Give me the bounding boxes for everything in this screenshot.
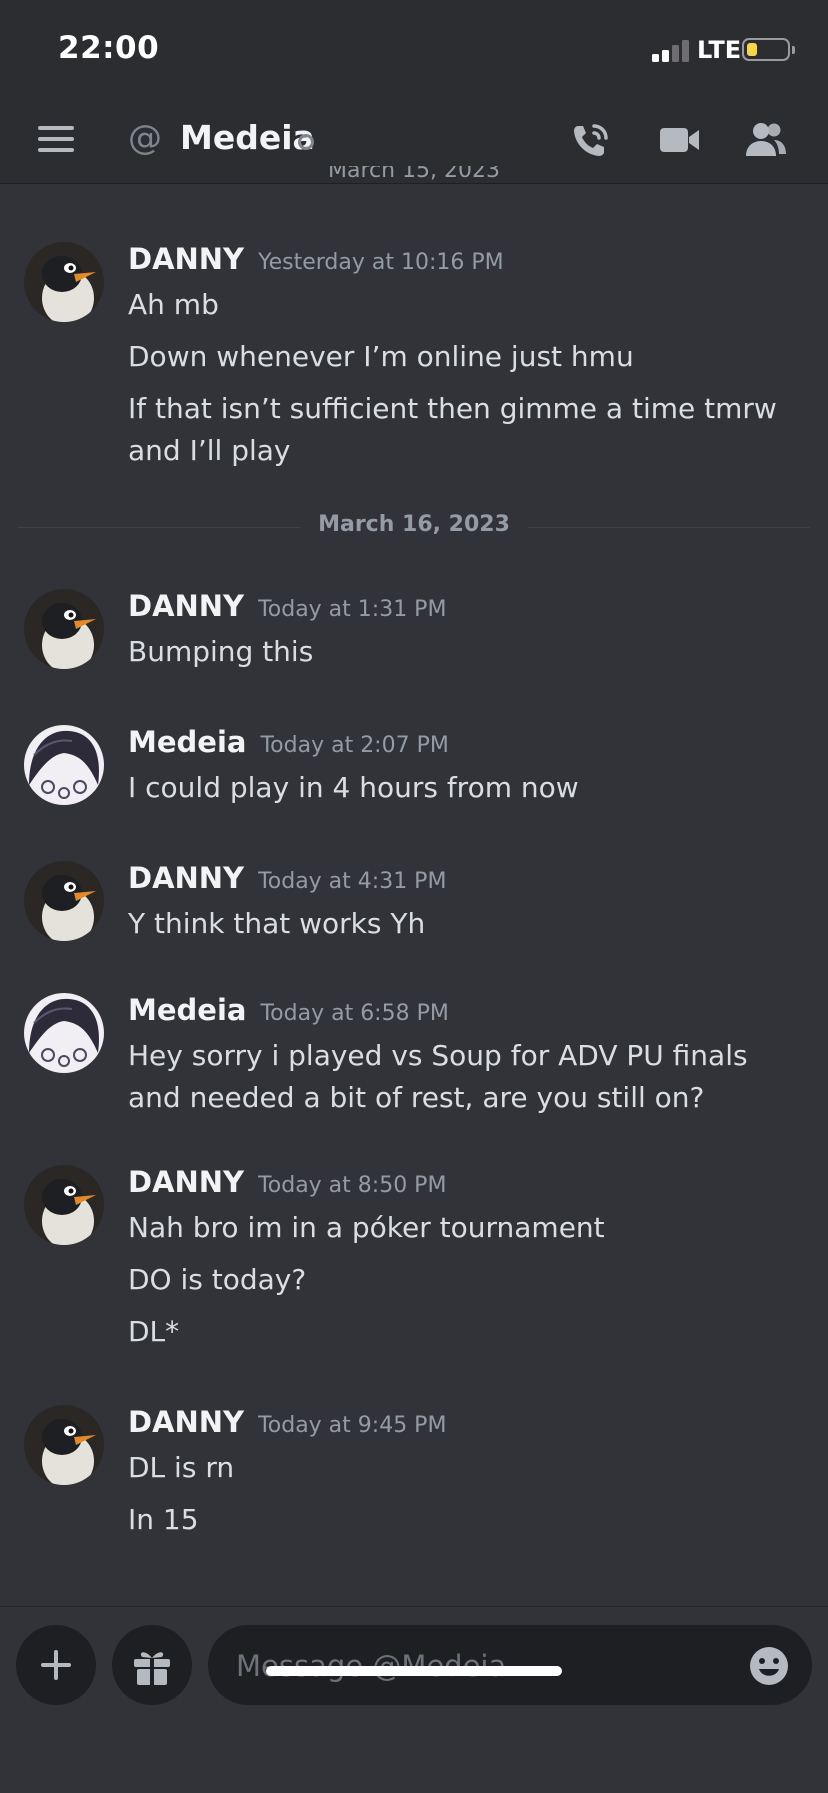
- offline-status-icon: [298, 134, 314, 150]
- signal-icon: [652, 38, 690, 62]
- add-attachment-button[interactable]: [16, 1625, 96, 1705]
- penguin-avatar[interactable]: [24, 589, 104, 669]
- voice-call-icon[interactable]: [570, 120, 614, 160]
- message-timestamp: Today at 4:31 PM: [258, 869, 447, 894]
- message-timestamp: Today at 6:58 PM: [260, 1001, 449, 1026]
- date-separator-top: March 15, 2023: [327, 166, 501, 183]
- status-time: 22:00: [58, 30, 160, 66]
- message-author[interactable]: DANNY Today at 9:45 PM: [128, 1405, 446, 1439]
- message-text: DL*: [128, 1315, 180, 1348]
- date-divider: March 16, 2023: [0, 512, 828, 537]
- anime-avatar[interactable]: [24, 993, 104, 1073]
- video-call-icon[interactable]: [658, 120, 702, 160]
- gift-button[interactable]: [112, 1625, 192, 1705]
- message-timestamp: Today at 1:31 PM: [258, 597, 447, 622]
- message-text: Ah mb: [128, 288, 219, 321]
- members-icon[interactable]: [744, 120, 788, 160]
- gift-icon: [134, 1652, 170, 1686]
- message-author[interactable]: DANNY Today at 4:31 PM: [128, 861, 446, 895]
- message-timestamp: Today at 2:07 PM: [260, 733, 449, 758]
- message-text: I could play in 4 hours from now: [128, 771, 579, 804]
- message-composer: Message @Medeia: [0, 1606, 828, 1793]
- anime-avatar[interactable]: [24, 725, 104, 805]
- message-text: In 15: [128, 1503, 199, 1536]
- menu-icon[interactable]: [38, 126, 74, 152]
- message-author[interactable]: DANNY Yesterday at 10:16 PM: [128, 242, 504, 276]
- message-text: If that isn’t sufficient then gimme a ti…: [128, 392, 777, 467]
- battery-icon: [742, 38, 795, 61]
- message-text: Down whenever I’m online just hmu: [128, 340, 634, 373]
- emoji-icon[interactable]: [748, 1645, 790, 1687]
- network-type: LTE: [697, 36, 742, 64]
- penguin-avatar[interactable]: [24, 242, 104, 322]
- message-timestamp: Today at 9:45 PM: [258, 1413, 447, 1438]
- channel-title[interactable]: Medeia: [180, 118, 315, 157]
- penguin-avatar[interactable]: [24, 1165, 104, 1245]
- message-timestamp: Today at 8:50 PM: [258, 1173, 447, 1198]
- message-text: Hey sorry i played vs Soup for ADV PU fi…: [128, 1039, 748, 1114]
- message-author[interactable]: DANNY Today at 1:31 PM: [128, 589, 446, 623]
- message-text: DL is rn: [128, 1451, 235, 1484]
- message-author[interactable]: Medeia Today at 2:07 PM: [128, 725, 449, 759]
- plus-icon: [41, 1650, 71, 1680]
- message-timestamp: Yesterday at 10:16 PM: [258, 250, 504, 275]
- penguin-avatar[interactable]: [24, 861, 104, 941]
- home-indicator[interactable]: [266, 1666, 562, 1676]
- message-author[interactable]: Medeia Today at 6:58 PM: [128, 993, 449, 1027]
- message-text: Nah bro im in a póker tournament: [128, 1211, 605, 1244]
- message-text: Y think that works Yh: [128, 907, 426, 940]
- date-divider-label: March 16, 2023: [300, 512, 528, 537]
- message-text: Bumping this: [128, 635, 314, 668]
- message-author[interactable]: DANNY Today at 8:50 PM: [128, 1165, 446, 1199]
- penguin-avatar[interactable]: [24, 1405, 104, 1485]
- status-bar: 22:00 LTE: [0, 0, 828, 96]
- at-icon: @: [128, 118, 162, 158]
- message-input[interactable]: Message @Medeia: [208, 1625, 812, 1705]
- message-text: DO is today?: [128, 1263, 307, 1296]
